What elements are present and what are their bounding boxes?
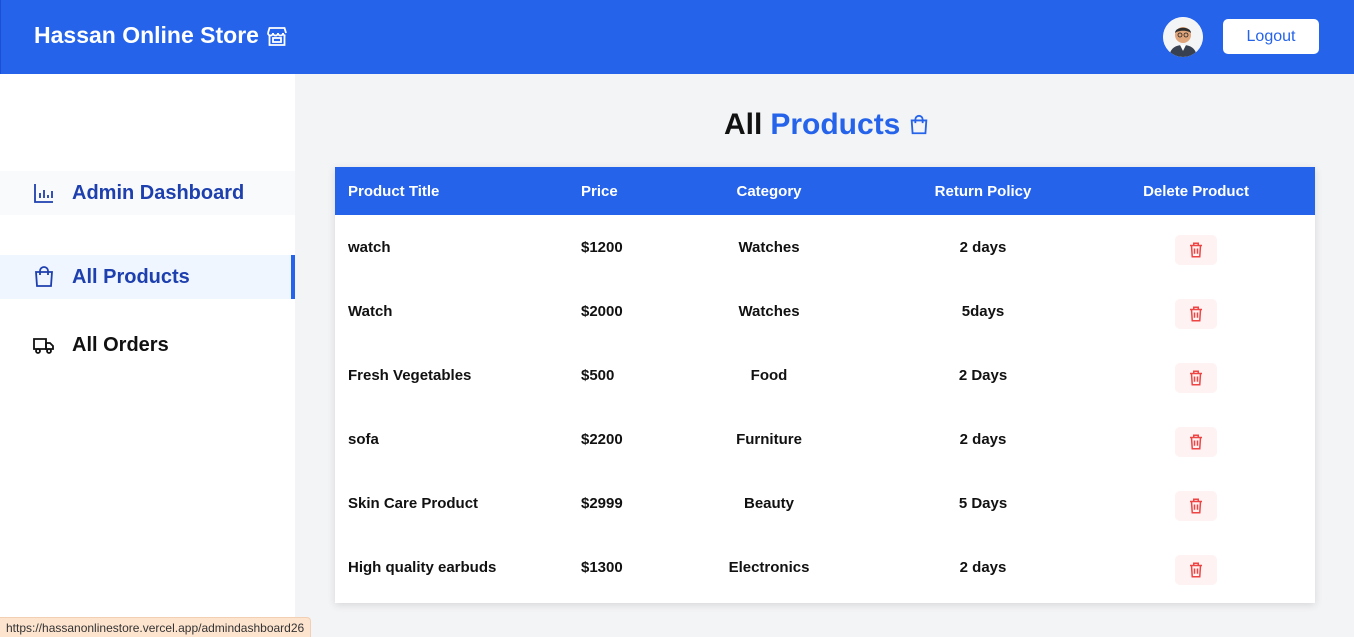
delete-product-button[interactable] [1175, 491, 1217, 521]
table-row: Skin Care Product $2999 Beauty 5 Days [335, 479, 1315, 543]
trash-icon [1190, 306, 1202, 322]
product-title: Fresh Vegetables [348, 367, 472, 384]
table-header: Product Title Price Category Return Poli… [335, 167, 1315, 215]
page-title-part1: All [724, 108, 763, 141]
trash-icon [1190, 434, 1202, 450]
truck-icon [33, 338, 54, 354]
sidebar-item-label: Admin Dashboard [72, 181, 245, 204]
brand-name: Hassan Online Store [34, 22, 259, 48]
product-price: $2999 [581, 495, 623, 512]
trash-icon [1190, 370, 1202, 386]
product-category-label: Electronics [728, 559, 810, 576]
column-header-title: Product Title [348, 183, 440, 200]
product-category-label: Furniture [736, 431, 802, 448]
delete-product-button[interactable] [1175, 299, 1217, 329]
page-title-part2: Products [770, 108, 901, 141]
product-price: $1200 [581, 239, 623, 256]
delete-product-button[interactable] [1175, 363, 1217, 393]
trash-icon [1190, 562, 1202, 578]
table-row: Watch $2000 Watches 5days [335, 287, 1315, 351]
sidebar: Admin Dashboard All Products All Orders [0, 74, 295, 637]
product-return-label: 2 days [959, 431, 1007, 448]
brand[interactable]: Hassan Online Store [34, 22, 289, 49]
delete-product-button[interactable] [1175, 555, 1217, 585]
column-header-delete-label: Delete Product [1143, 183, 1249, 200]
product-category-label: Food [750, 367, 788, 384]
column-header-price: Price [581, 183, 618, 200]
product-title: watch [348, 239, 391, 256]
chart-icon [34, 184, 53, 203]
status-url: https://hassanonlinestore.vercel.app/adm… [0, 617, 312, 637]
product-return-label: 5 Days [958, 495, 1008, 512]
table-row: Fresh Vegetables $500 Food 2 Days [335, 351, 1315, 415]
product-category-label: Watches [738, 303, 800, 320]
trash-icon [1190, 242, 1202, 258]
delete-product-button[interactable] [1175, 427, 1217, 457]
shopping-bag-icon [911, 114, 928, 135]
product-price: $2200 [581, 431, 623, 448]
product-return-label: 2 days [959, 239, 1007, 256]
product-price: $1300 [581, 559, 623, 576]
product-title: High quality earbuds [348, 559, 497, 576]
page-title: All Products [724, 108, 930, 142]
product-title: Watch [348, 303, 393, 320]
sidebar-item-admin-dashboard[interactable]: Admin Dashboard [0, 171, 295, 215]
product-price: $500 [581, 367, 615, 384]
product-return-label: 2 days [959, 559, 1007, 576]
shopping-bag-icon [35, 266, 53, 287]
top-navbar: Hassan Online Store Logout [0, 0, 1354, 74]
sidebar-item-label: All Orders [72, 333, 169, 356]
product-return-label: 5days [961, 303, 1005, 320]
store-icon [267, 26, 287, 46]
product-title: Skin Care Product [348, 495, 479, 512]
product-category-label: Beauty [743, 495, 795, 512]
avatar[interactable] [1163, 17, 1203, 57]
table-row: sofa $2200 Furniture 2 days [335, 415, 1315, 479]
products-table: Product Title Price Category Return Poli… [335, 167, 1315, 603]
product-category-label: Watches [738, 239, 800, 256]
sidebar-item-all-orders[interactable]: All Orders [0, 323, 295, 367]
column-header-return-label: Return Policy [934, 183, 1032, 200]
logout-button[interactable]: Logout [1223, 19, 1319, 54]
product-return-label: 2 Days [958, 367, 1008, 384]
product-price: $2000 [581, 303, 623, 320]
table-row: High quality earbuds $1300 Electronics 2… [335, 543, 1315, 607]
column-header-category-label: Category [736, 183, 802, 200]
table-row: watch $1200 Watches 2 days [335, 223, 1315, 287]
trash-icon [1190, 498, 1202, 514]
sidebar-item-label: All Products [72, 265, 190, 288]
delete-product-button[interactable] [1175, 235, 1217, 265]
product-title: sofa [348, 431, 379, 448]
sidebar-item-all-products[interactable]: All Products [0, 255, 295, 299]
